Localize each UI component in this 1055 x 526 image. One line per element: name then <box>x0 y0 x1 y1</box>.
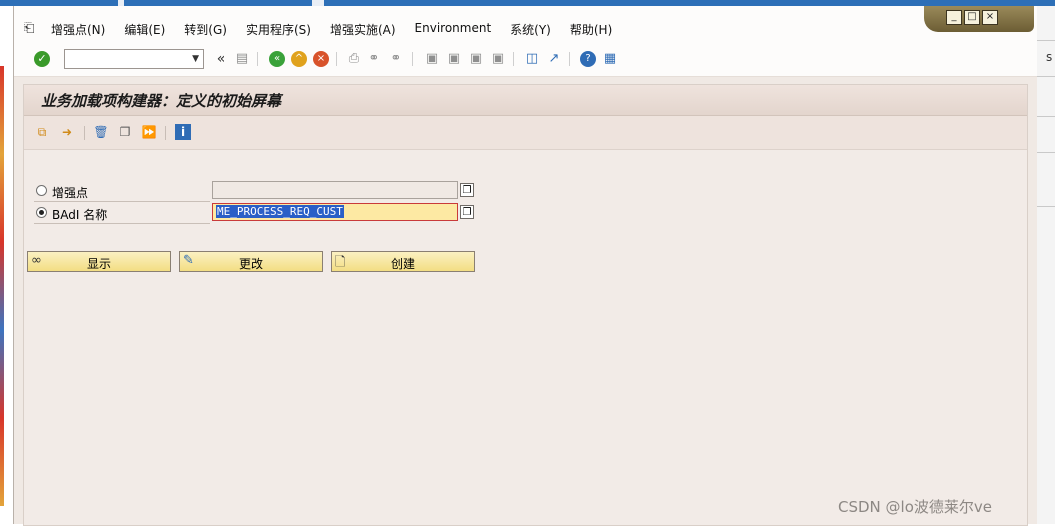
page-title: 业务加载项构建器：定义的初始屏幕 <box>41 92 282 110</box>
value-help-icon[interactable]: ❐ <box>460 183 474 197</box>
find-icon[interactable]: ⚭ <box>366 51 382 67</box>
menu-edit[interactable]: 编辑(E) <box>124 21 165 38</box>
close-button[interactable]: × <box>982 10 998 25</box>
menu-items: 增强点(N) 编辑(E) 转到(G) 实用程序(S) 增强实施(A) Envir… <box>51 21 631 38</box>
value-help-icon[interactable]: ❐ <box>460 205 474 219</box>
check-circle-icon[interactable]: ✓ <box>34 51 50 67</box>
chevron-down-icon[interactable]: ▼ <box>192 54 199 64</box>
menu-bar: ⎗ 增强点(N) 编辑(E) 转到(G) 实用程序(S) 增强实施(A) Env… <box>14 6 1037 42</box>
change-button-label: 更改 <box>238 257 263 271</box>
watermark: CSDN @lo波德莱尔ve <box>838 498 992 516</box>
menu-utilities[interactable]: 实用程序(S) <box>246 21 311 38</box>
desktop-edge-text: s <box>1046 50 1053 64</box>
badi-name-value: ME_PROCESS_REQ_CUST <box>216 205 344 218</box>
rename-icon[interactable]: ⏩ <box>141 124 157 140</box>
find-next-icon[interactable]: ⚭ <box>388 51 404 67</box>
copy-icon[interactable]: ❐ <box>117 124 133 140</box>
prev-page-icon[interactable]: ▣ <box>446 51 462 67</box>
shortcut-icon[interactable]: ↗ <box>546 51 562 67</box>
maximize-button[interactable]: □ <box>964 10 980 25</box>
system-menu-icon[interactable]: ⎗ <box>24 21 34 36</box>
cancel-icon[interactable]: × <box>313 51 329 67</box>
first-page-icon[interactable]: ▣ <box>424 51 440 67</box>
next-page-icon[interactable]: ▣ <box>468 51 484 67</box>
menu-enhancement-point[interactable]: 增强点(N) <box>51 21 105 38</box>
window-controls: _ □ × <box>924 6 1034 32</box>
info-icon[interactable]: i <box>175 124 191 140</box>
desktop-background-strip <box>0 66 4 506</box>
menu-goto[interactable]: 转到(G) <box>184 21 227 38</box>
display-object-icon[interactable]: ➜ <box>59 124 75 140</box>
badi-name-field[interactable]: ME_PROCESS_REQ_CUST <box>212 203 458 221</box>
double-chevron-left-icon[interactable]: « <box>213 51 229 67</box>
create-session-icon[interactable]: ◫ <box>524 51 540 67</box>
menu-system[interactable]: 系统(Y) <box>510 21 551 38</box>
minimize-button[interactable]: _ <box>946 10 962 25</box>
badi-name-radio[interactable] <box>36 207 47 218</box>
menu-environment[interactable]: Environment <box>415 21 492 38</box>
enhancement-point-row: 增强点 <box>34 181 210 202</box>
other-object-icon[interactable]: ⧉ <box>34 124 50 140</box>
title-bar: 业务加载项构建器：定义的初始屏幕 <box>24 85 1027 116</box>
save-icon[interactable]: ▤ <box>234 51 250 67</box>
enhancement-point-radio[interactable] <box>36 185 47 196</box>
desktop-right-edge: s <box>1036 6 1055 524</box>
desktop-left-edge <box>0 6 13 524</box>
menu-help[interactable]: 帮助(H) <box>570 21 612 38</box>
change-button[interactable]: ✎ 更改 <box>179 251 323 272</box>
create-button-label: 创建 <box>390 257 415 271</box>
last-page-icon[interactable]: ▣ <box>490 51 506 67</box>
badi-name-label: BAdI 名称 <box>52 208 108 222</box>
enhancement-point-label: 增强点 <box>52 186 89 200</box>
standard-toolbar: ✓ ▼ « ▤ « ^ × ⎙ ⚭ ⚭ ▣ ▣ ▣ ▣ ◫ ↗ ? ▦ <box>14 42 1037 77</box>
create-button[interactable]: 🗋 创建 <box>331 251 475 272</box>
display-button-label: 显示 <box>86 257 111 271</box>
exit-icon[interactable]: ^ <box>291 51 307 67</box>
delete-icon[interactable]: 🗑 <box>93 124 109 140</box>
enhancement-point-field[interactable] <box>212 181 458 199</box>
badi-name-row: BAdI 名称 <box>34 203 210 224</box>
sap-window: ⎗ 增强点(N) 编辑(E) 转到(G) 实用程序(S) 增强实施(A) Env… <box>13 6 1037 526</box>
customize-layout-icon[interactable]: ▦ <box>602 51 618 67</box>
command-field[interactable]: ▼ <box>64 49 204 69</box>
application-toolbar: ⧉ ➜ 🗑 ❐ ⏩ i <box>24 116 1027 150</box>
display-button[interactable]: ∞ 显示 <box>27 251 171 272</box>
main-panel: 业务加载项构建器：定义的初始屏幕 ⧉ ➜ 🗑 ❐ ⏩ i 增强点 ❐ BAdI … <box>23 84 1028 526</box>
menu-enhancement-implementation[interactable]: 增强实施(A) <box>330 21 396 38</box>
back-icon[interactable]: « <box>269 51 285 67</box>
help-icon[interactable]: ? <box>580 51 596 67</box>
print-icon[interactable]: ⎙ <box>346 51 362 67</box>
